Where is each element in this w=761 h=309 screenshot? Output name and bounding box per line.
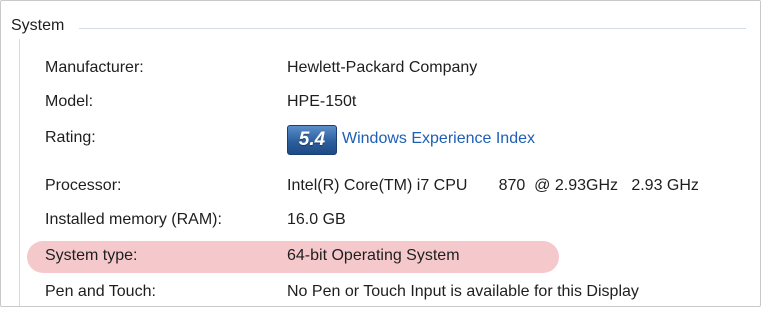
model-row: Model: HPE-150t [1, 93, 761, 119]
windows-experience-index-link[interactable]: Windows Experience Index [342, 130, 535, 148]
system-properties-panel: System Manufacturer: Hewlett-Packard Com… [0, 0, 761, 307]
processor-value: Intel(R) Core(TM) i7 CPU 870 @ 2.93GHz 2… [287, 177, 699, 194]
installed-memory-value: 16.0 GB [287, 211, 346, 228]
processor-row: Processor: Intel(R) Core(TM) i7 CPU 870 … [1, 177, 761, 203]
pen-and-touch-label: Pen and Touch: [45, 283, 156, 300]
rating-label: Rating: [45, 129, 96, 146]
manufacturer-label: Manufacturer: [45, 59, 144, 76]
manufacturer-row: Manufacturer: Hewlett-Packard Company [1, 59, 761, 85]
installed-memory-label: Installed memory (RAM): [45, 211, 222, 228]
windows-experience-score-badge[interactable]: 5.4 [287, 125, 337, 155]
model-label: Model: [45, 93, 94, 110]
installed-memory-row: Installed memory (RAM): 16.0 GB [1, 211, 761, 237]
rating-row: Rating: 5.4 Windows Experience Index [1, 125, 761, 155]
manufacturer-value: Hewlett-Packard Company [287, 59, 478, 76]
system-type-label: System type: [45, 247, 138, 264]
processor-label: Processor: [45, 177, 122, 194]
system-type-row: System type: 64-bit Operating System [1, 247, 761, 273]
model-value: HPE-150t [287, 93, 357, 110]
system-type-value: 64-bit Operating System [287, 247, 460, 264]
group-divider [79, 28, 746, 29]
group-title: System [11, 17, 71, 35]
pen-and-touch-value: No Pen or Touch Input is available for t… [287, 283, 639, 300]
pen-and-touch-row: Pen and Touch: No Pen or Touch Input is … [1, 283, 761, 309]
